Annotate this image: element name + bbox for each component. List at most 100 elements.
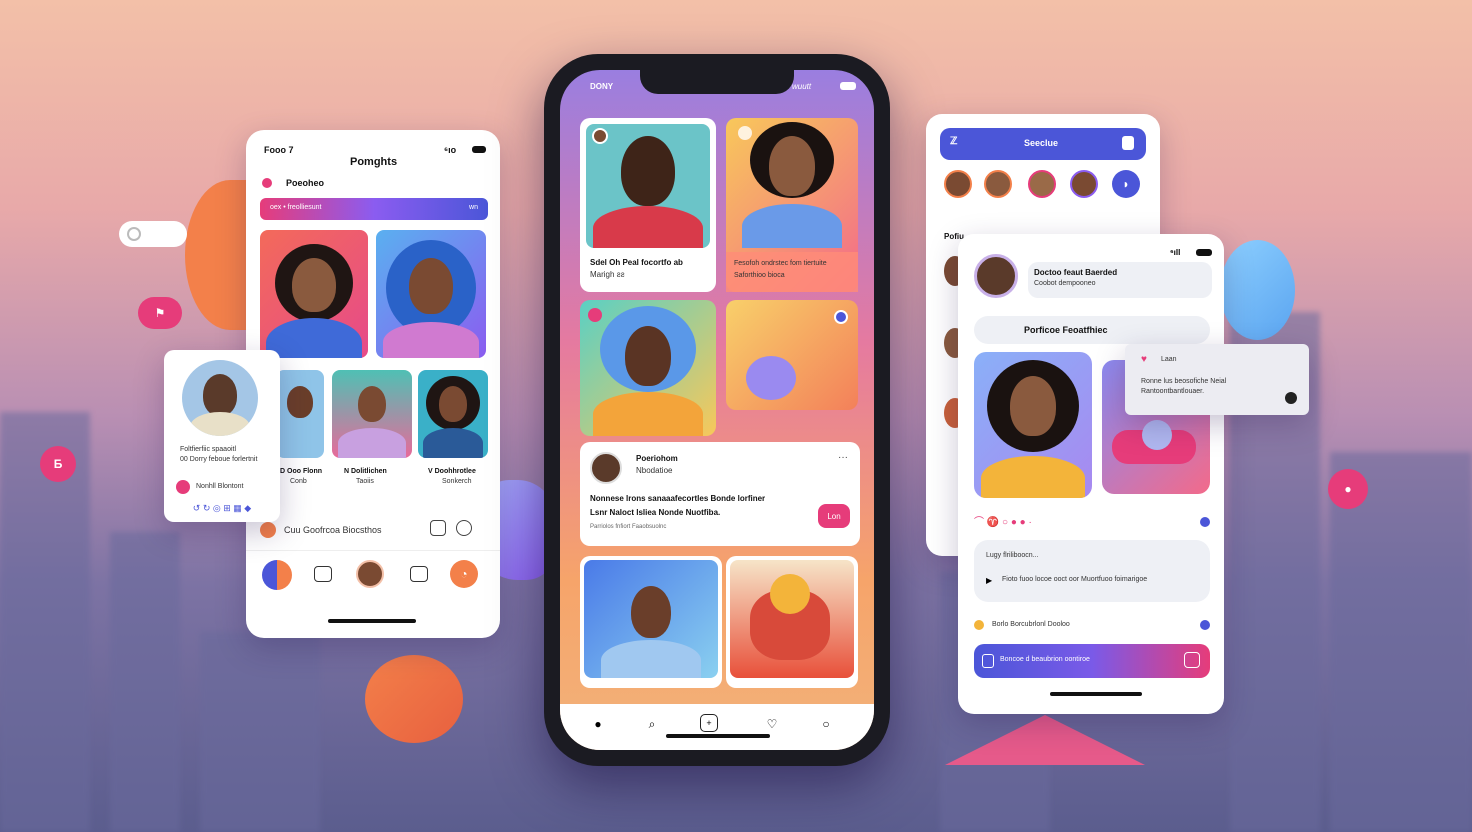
story-avatar[interactable] xyxy=(984,170,1012,198)
battery-icon xyxy=(840,82,856,90)
user-name: Doctoo feaut Baerded xyxy=(1034,268,1118,277)
status-time: Fooo 7 xyxy=(264,145,294,155)
section-header: Porficoe Feoatfhiec xyxy=(974,316,1210,344)
bg-building xyxy=(200,632,320,832)
section-dot xyxy=(262,178,272,188)
heart-icon: ♥ xyxy=(1141,354,1147,365)
flag-icon[interactable]: ⚑ xyxy=(138,297,182,329)
logo-icon[interactable]: ℤ xyxy=(950,136,957,147)
popup-label: Laan xyxy=(1161,356,1177,363)
post-sub: Saforthioo bioca xyxy=(734,272,785,279)
story-avatar[interactable] xyxy=(1070,170,1098,198)
blue-dot xyxy=(1200,620,1210,630)
post-avatar[interactable] xyxy=(738,126,752,140)
featured-photo[interactable] xyxy=(974,352,1092,498)
tag-sub: Conb xyxy=(290,478,307,485)
feed-text: Nonnese lrons sanaaafecortles Bonde lorf… xyxy=(590,494,766,503)
home-indicator xyxy=(1050,692,1142,696)
floating-toggle[interactable] xyxy=(119,221,187,247)
tag-label[interactable]: D Ooo Flonn xyxy=(280,468,322,475)
more-icon[interactable]: ··· xyxy=(838,452,848,463)
tag-label[interactable]: V Doohhrotlee xyxy=(428,468,476,475)
post-card[interactable] xyxy=(580,300,716,436)
post-card[interactable]: Sdel Oh Peal focortfo ab Marigh ƨƨ xyxy=(580,118,716,292)
header-title: Seeclue xyxy=(1024,138,1059,148)
profile-action[interactable]: Nonhll Blontont xyxy=(196,483,243,490)
user-icon[interactable]: ● xyxy=(1328,469,1368,509)
phone-notch xyxy=(640,70,794,94)
battery-icon xyxy=(472,146,486,153)
footer-dot xyxy=(260,522,276,538)
decor-triangle xyxy=(945,715,1145,765)
story-avatar[interactable] xyxy=(1028,170,1056,198)
feed-post[interactable]: Poeriohom Nbodatioe ··· Nonnese lrons sa… xyxy=(580,442,860,546)
feed-name: Poeriohom xyxy=(636,454,678,463)
play-icon[interactable]: ▶ xyxy=(986,576,992,585)
chat-icon[interactable] xyxy=(456,520,472,536)
status-time: DONY xyxy=(590,82,614,91)
heart-icon[interactable]: ♡ xyxy=(762,714,782,734)
photo-tile[interactable] xyxy=(376,230,486,358)
camera-icon[interactable] xyxy=(1184,652,1200,668)
action-dot xyxy=(176,480,190,494)
comment-box[interactable]: Lugy flriliboocn... ▶ Fioto fuoo locoe o… xyxy=(974,540,1210,602)
cta-bar[interactable]: Boncoe d beaubrion oontiroe xyxy=(974,644,1210,678)
message-icon[interactable] xyxy=(430,520,446,536)
feed-avatar[interactable] xyxy=(590,452,622,484)
decor-blob xyxy=(365,655,463,743)
search-icon[interactable]: ⌕ xyxy=(642,714,662,734)
row-text: Borlo Borcubrlonl Dooloo xyxy=(992,621,1070,628)
home-icon[interactable]: ● xyxy=(588,714,608,734)
profile-avatar[interactable] xyxy=(182,360,258,436)
section-title: Porficoe Feoatfhiec xyxy=(1024,325,1108,335)
popup-text: Ronne lus beosofiche Neial xyxy=(1141,378,1227,385)
add-story-icon[interactable]: ◗ xyxy=(1112,170,1140,198)
photo-tile[interactable] xyxy=(332,370,412,458)
feed-tags: Parriolos fnfiort Faaobsuolnc xyxy=(590,524,667,530)
photo-tile[interactable] xyxy=(276,370,324,458)
left-feed-card: Fooo 7 ⁶ıo Pomghts Poeoheo oex • freolli… xyxy=(246,130,500,638)
photo-tile[interactable] xyxy=(418,370,488,458)
home-icon[interactable] xyxy=(262,560,292,590)
header-bar: ℤ Seeclue xyxy=(940,128,1146,160)
profile-icon[interactable]: ○ xyxy=(816,714,836,734)
tag-sub: Sonkerch xyxy=(442,478,472,485)
inbox-icon[interactable] xyxy=(410,566,428,582)
card-icon[interactable] xyxy=(1122,136,1134,150)
story-avatar[interactable] xyxy=(944,170,972,198)
floating-popup[interactable]: ♥ Laan Ronne lus beosofiche Neial Rantoo… xyxy=(1125,344,1309,415)
profile-line1: Foltfierfiic spaaoitl xyxy=(180,446,237,453)
profile-icon[interactable]: ◔ xyxy=(450,560,478,588)
phone-screen: DONY wuutt Sdel Oh Peal focortfo ab Mari… xyxy=(560,70,874,750)
comment-text: Fioto fuoo locoe ooct oor Muortfuoo foim… xyxy=(1002,576,1148,583)
battery-icon xyxy=(1196,249,1212,256)
photo-tile[interactable] xyxy=(260,230,368,358)
user-avatar[interactable] xyxy=(974,254,1018,298)
post-avatar[interactable] xyxy=(592,128,608,144)
divider xyxy=(246,550,500,551)
profile-popup: Foltfierfiic spaaoitl 00 Dorry feboue fo… xyxy=(164,350,280,522)
post-card[interactable]: Fesofoh ondrstec fom tiertuite Saforthio… xyxy=(726,118,858,292)
post-card[interactable] xyxy=(726,556,858,688)
illustration xyxy=(746,356,796,400)
avatar-icon[interactable] xyxy=(356,560,384,588)
post-card[interactable] xyxy=(580,556,722,688)
add-post-icon[interactable]: + xyxy=(700,714,718,732)
decor-blob xyxy=(1220,240,1295,340)
status-signal: ⁶ıll xyxy=(1170,248,1181,257)
banner-text: oex • freolliesunt xyxy=(270,204,322,211)
right-profile-card: ⁶ıll Doctoo feaut Baerded Coobot dempoon… xyxy=(958,234,1224,714)
action-icon[interactable] xyxy=(1285,392,1297,404)
reaction-icons[interactable]: ⌒ ♈ ○ ● ● · xyxy=(974,512,1094,528)
tag-sub: Taoiis xyxy=(356,478,374,485)
feed-text: Lsnr Naloct lsliea Nonde Nuotfiba. xyxy=(590,508,721,517)
tag-label[interactable]: N Dolitlichen xyxy=(344,468,387,475)
post-caption: Fesofoh ondrstec fom tiertuite xyxy=(734,260,827,267)
post-card[interactable] xyxy=(726,300,858,410)
share-icons[interactable]: ↺ ↻ ◎ ⊞ ▦ ◆ xyxy=(172,502,272,514)
user-sub: Coobot dempooneo xyxy=(1034,280,1096,287)
feed-action-button[interactable]: Lon xyxy=(818,504,850,528)
gallery-icon[interactable] xyxy=(314,566,332,582)
badge-icon[interactable]: Б xyxy=(40,446,76,482)
promo-banner[interactable]: oex • freolliesunt wn xyxy=(260,198,488,220)
